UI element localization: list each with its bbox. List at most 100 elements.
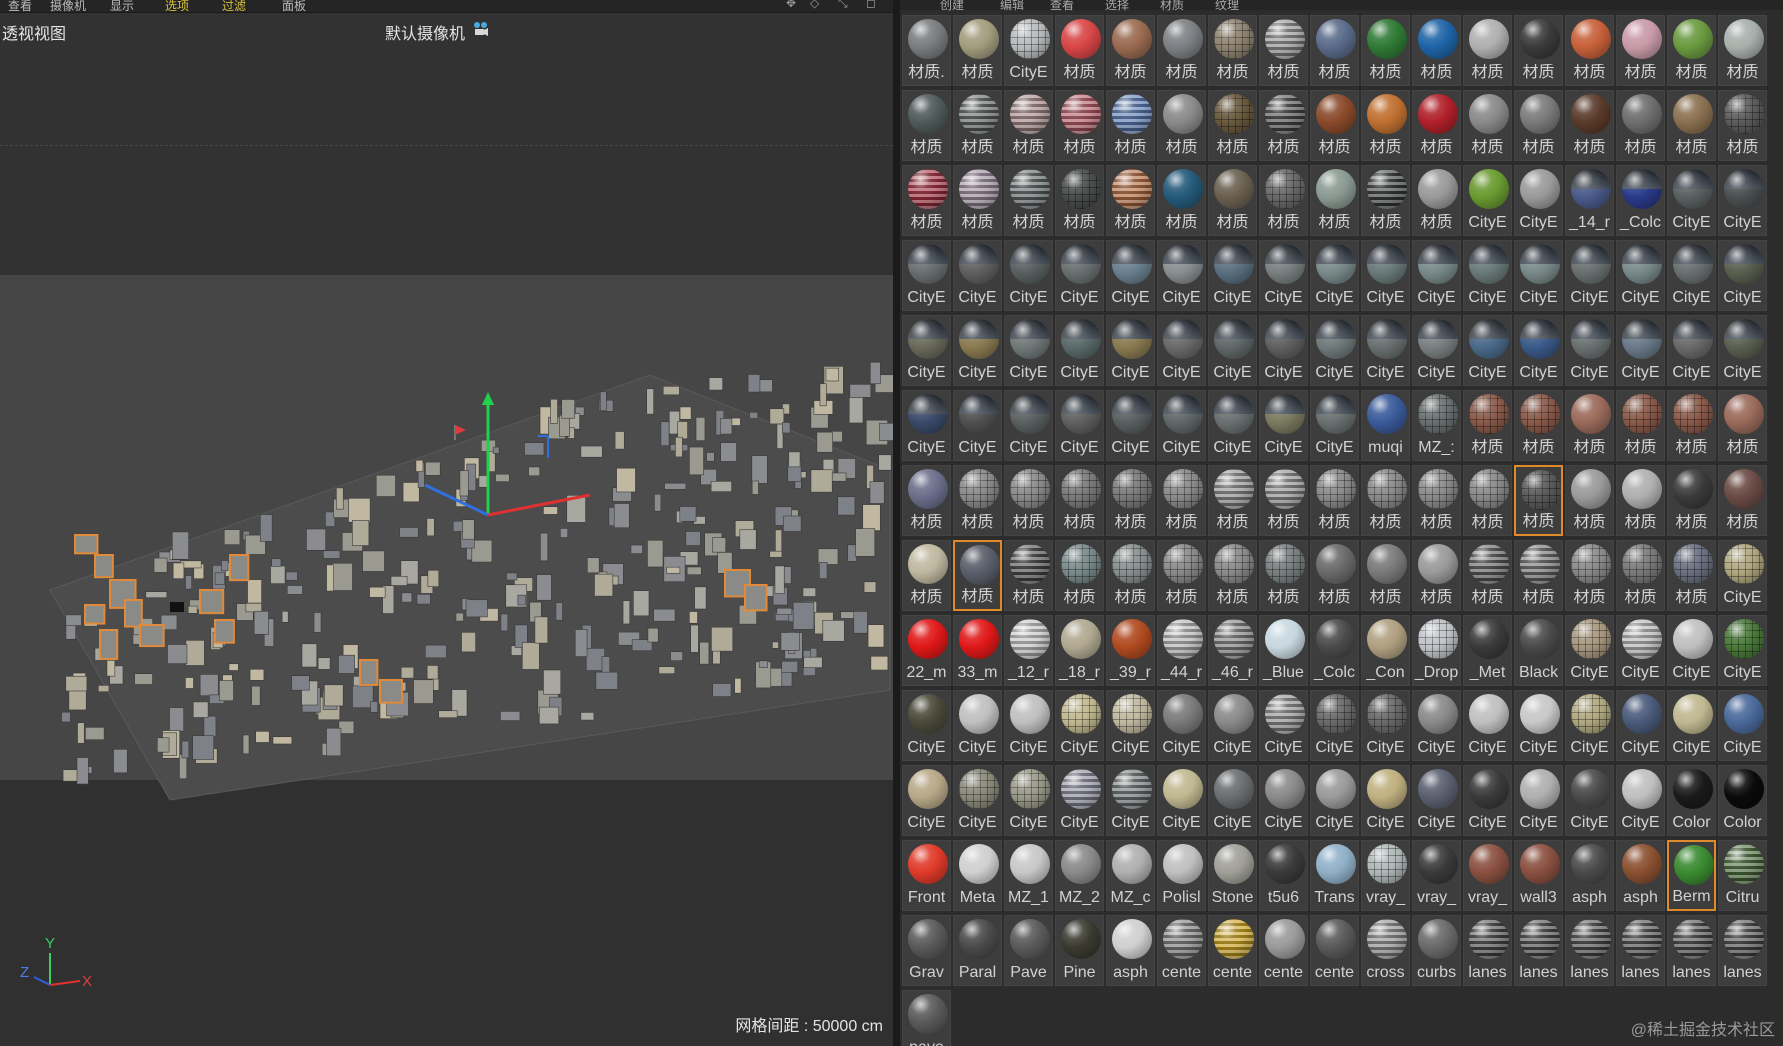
material-tile[interactable]: vray_	[1361, 840, 1410, 911]
material-tile[interactable]: 22_m	[902, 615, 951, 686]
material-tile[interactable]: CityE	[1361, 765, 1410, 836]
material-tile[interactable]: CityE	[902, 315, 951, 386]
material-tile[interactable]: 材质	[1004, 165, 1053, 236]
material-tile[interactable]: CityE	[1106, 315, 1155, 386]
material-tile[interactable]: CityE	[1412, 690, 1461, 761]
material-tile[interactable]: _12_r	[1004, 615, 1053, 686]
material-tile[interactable]: 材质	[1157, 90, 1206, 161]
material-tile[interactable]: 材质	[1718, 390, 1767, 461]
material-tile[interactable]: Berm	[1667, 840, 1716, 911]
material-tile[interactable]: 材质	[1310, 540, 1359, 611]
material-tile[interactable]: 材质	[1514, 90, 1563, 161]
material-tile[interactable]: CityE	[1106, 765, 1155, 836]
material-tile[interactable]: CityE	[1616, 765, 1665, 836]
menu-create[interactable]: 创建	[940, 0, 964, 13]
material-tile[interactable]: 材质	[1055, 465, 1104, 536]
material-tile[interactable]: CityE	[1514, 315, 1563, 386]
material-tile[interactable]: CityE	[1463, 765, 1512, 836]
material-tile[interactable]: CityE	[1565, 615, 1614, 686]
material-tile[interactable]: CityE	[1514, 765, 1563, 836]
material-tile[interactable]: lanes	[1463, 915, 1512, 986]
material-tile[interactable]: _Colc	[1310, 615, 1359, 686]
material-tile[interactable]: CityE	[1004, 765, 1053, 836]
material-tile[interactable]: CityE	[1310, 765, 1359, 836]
material-tile[interactable]: _Met	[1463, 615, 1512, 686]
material-tile[interactable]: CityE	[1157, 315, 1206, 386]
material-tile[interactable]: CityE	[1259, 765, 1308, 836]
material-tile[interactable]: 材质	[1616, 465, 1665, 536]
material-tile[interactable]: _Drop	[1412, 615, 1461, 686]
material-tile[interactable]: CityE	[1667, 165, 1716, 236]
material-tile[interactable]: CityE	[1157, 765, 1206, 836]
material-tile[interactable]: lanes	[1718, 915, 1767, 986]
material-tile[interactable]: CityE	[1157, 390, 1206, 461]
material-tile[interactable]: 材质	[1718, 465, 1767, 536]
material-tile[interactable]: 材质	[1361, 15, 1410, 86]
material-tile[interactable]: 材质	[1106, 540, 1155, 611]
material-tile[interactable]: 材质	[1412, 165, 1461, 236]
material-tile[interactable]: 材质	[1259, 465, 1308, 536]
material-tile[interactable]: 材质	[1361, 540, 1410, 611]
material-tile[interactable]: Stone	[1208, 840, 1257, 911]
material-tile[interactable]: CityE	[1463, 690, 1512, 761]
material-tile[interactable]: CityE	[1004, 15, 1053, 86]
material-tile[interactable]: 材质	[1463, 540, 1512, 611]
material-tile[interactable]: 材质	[1565, 540, 1614, 611]
material-tile[interactable]: _46_r	[1208, 615, 1257, 686]
material-tile[interactable]: vray_	[1463, 840, 1512, 911]
material-tile[interactable]: 材质	[1106, 165, 1155, 236]
material-tile[interactable]: MZ_1	[1004, 840, 1053, 911]
material-tile[interactable]: CityE	[1667, 315, 1716, 386]
material-tile[interactable]: 材质	[1616, 90, 1665, 161]
material-tile[interactable]: CityE	[1616, 315, 1665, 386]
material-tile[interactable]: asph	[1106, 915, 1155, 986]
material-tile[interactable]: Grav	[902, 915, 951, 986]
material-tile[interactable]: CityE	[1004, 315, 1053, 386]
material-tile[interactable]: CityE	[1310, 690, 1359, 761]
material-tile[interactable]: cross	[1361, 915, 1410, 986]
material-tile[interactable]: Meta	[953, 840, 1002, 911]
material-tile[interactable]: 材质	[1667, 465, 1716, 536]
material-tile[interactable]: Color	[1667, 765, 1716, 836]
material-tile[interactable]: CityE	[902, 765, 951, 836]
material-tile[interactable]: pave	[902, 990, 951, 1046]
menu-view[interactable]: 查看	[1050, 0, 1074, 13]
material-tile[interactable]: 材质	[1208, 465, 1257, 536]
material-tile[interactable]: CityE	[1310, 240, 1359, 311]
material-tile[interactable]: CityE	[1361, 315, 1410, 386]
material-tile[interactable]: Pave	[1004, 915, 1053, 986]
material-tile[interactable]: 材质	[953, 465, 1002, 536]
material-tile[interactable]: lanes	[1667, 915, 1716, 986]
material-tile[interactable]: 材质	[1310, 465, 1359, 536]
material-tile[interactable]: CityE	[1361, 240, 1410, 311]
material-tile[interactable]: 材质	[1667, 15, 1716, 86]
material-tile[interactable]: _39_r	[1106, 615, 1155, 686]
material-tile[interactable]: 材质	[1667, 90, 1716, 161]
material-tile[interactable]: 材质	[1259, 90, 1308, 161]
material-tile[interactable]: CityE	[1055, 765, 1104, 836]
material-tile[interactable]: 材质	[1616, 15, 1665, 86]
material-tile[interactable]: CityE	[1667, 615, 1716, 686]
material-tile[interactable]: CityE	[1616, 615, 1665, 686]
material-tile[interactable]: CityE	[1055, 315, 1104, 386]
material-tile[interactable]: 材质	[1157, 465, 1206, 536]
material-tile[interactable]: t5u6	[1259, 840, 1308, 911]
material-tile[interactable]: asph	[1565, 840, 1614, 911]
material-tile[interactable]: CityE	[1208, 690, 1257, 761]
material-tile[interactable]: 材质	[953, 15, 1002, 86]
material-tile[interactable]: CityE	[1310, 315, 1359, 386]
material-tile[interactable]: 材质	[1616, 540, 1665, 611]
material-tile[interactable]: _Con	[1361, 615, 1410, 686]
material-tile[interactable]: cente	[1259, 915, 1308, 986]
material-tile[interactable]: 材质	[1514, 15, 1563, 86]
material-tile[interactable]: 材质	[1106, 90, 1155, 161]
material-tile[interactable]: 材质	[1616, 390, 1665, 461]
material-tile[interactable]: CityE	[1565, 690, 1614, 761]
material-tile[interactable]: lanes	[1514, 915, 1563, 986]
material-tile[interactable]: CityE	[1004, 690, 1053, 761]
material-tile[interactable]: CityE	[1208, 765, 1257, 836]
material-tile[interactable]: CityE	[902, 690, 951, 761]
material-tile[interactable]: 材质	[1463, 15, 1512, 86]
material-tile[interactable]: CityE	[1208, 315, 1257, 386]
material-tile[interactable]: _18_r	[1055, 615, 1104, 686]
